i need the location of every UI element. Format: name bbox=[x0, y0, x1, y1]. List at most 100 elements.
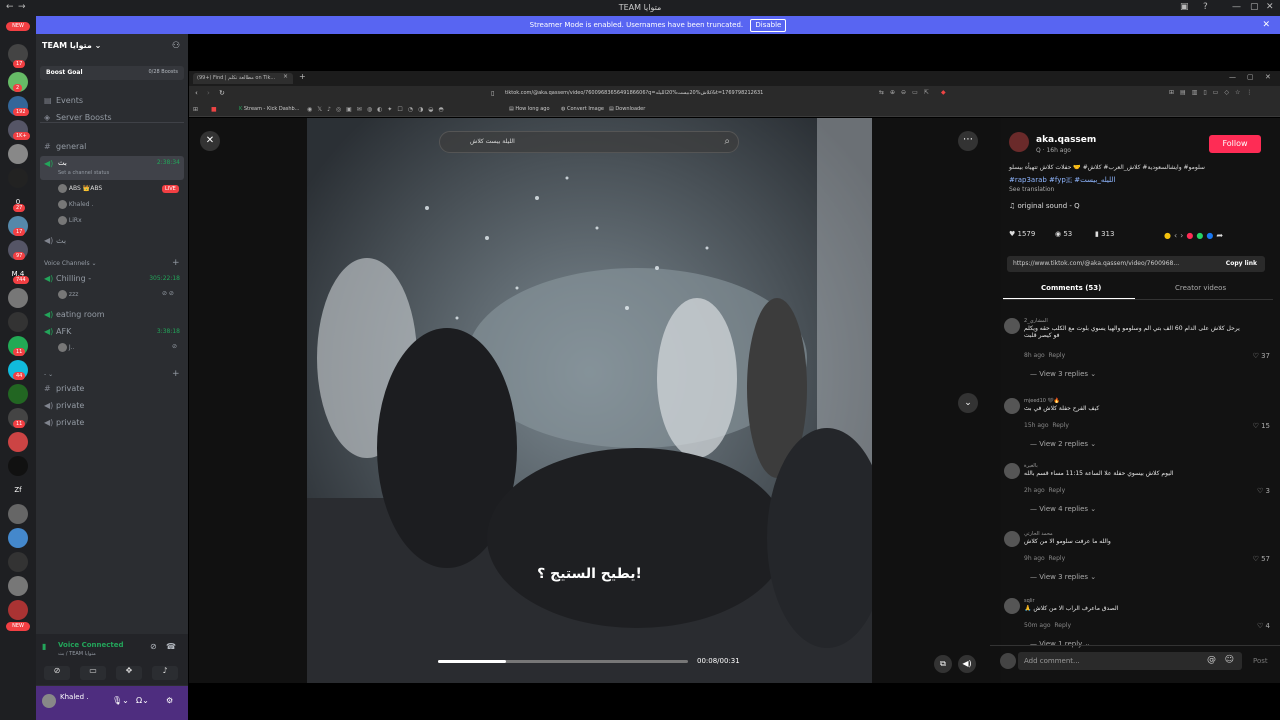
author-username[interactable]: aka.qassem bbox=[1036, 135, 1096, 145]
next-video-button[interactable]: ⌄ bbox=[958, 393, 978, 413]
inbox-icon[interactable]: ▣ bbox=[1180, 2, 1189, 12]
close-window-icon[interactable]: ✕ bbox=[1265, 73, 1271, 81]
server-icon[interactable] bbox=[8, 288, 28, 308]
server-boosts-item[interactable]: ◈ Server Boosts bbox=[44, 113, 112, 122]
page-info-icon[interactable]: ▯ bbox=[491, 90, 494, 97]
bookmark-convert-image[interactable]: ◍ Convert Image bbox=[561, 106, 604, 112]
reload-icon[interactable]: ↻ bbox=[219, 89, 225, 97]
server-icon[interactable] bbox=[8, 504, 28, 524]
close-tab-icon[interactable]: × bbox=[283, 73, 288, 80]
browser-tab[interactable]: (99+) Find | مطالعة تكلم on Tik... bbox=[193, 73, 293, 84]
add-member-icon[interactable]: ⚇ bbox=[172, 41, 180, 51]
comment-like-button[interactable]: ♡ 37 bbox=[1253, 352, 1270, 360]
user-name[interactable]: Khaled . bbox=[60, 693, 88, 701]
server-icon[interactable] bbox=[8, 384, 28, 404]
bookmark-icons[interactable]: ◉𝕏♪◎▣✉◍◐✦☐◔◑◒◓ bbox=[307, 106, 449, 113]
close-window-icon[interactable]: ✕ bbox=[1266, 2, 1274, 12]
bookmark-icon[interactable]: ■ bbox=[211, 106, 217, 113]
apps-icon[interactable]: ⊞ bbox=[193, 106, 198, 113]
channel-private-1[interactable]: # private bbox=[44, 384, 84, 393]
picture-in-picture-icon[interactable]: ⧉ bbox=[934, 655, 952, 673]
voice-channel-chilling[interactable]: ◀) Chilling - bbox=[44, 274, 91, 283]
commenter-avatar[interactable] bbox=[1004, 598, 1020, 614]
voice-channel-afk[interactable]: ◀) AFK bbox=[44, 327, 71, 336]
view-replies-button[interactable]: — View 3 replies ⌄ bbox=[1030, 573, 1096, 581]
camera-button[interactable]: ⊘ bbox=[44, 666, 70, 680]
commenter-name[interactable]: محمد الحارثي bbox=[1024, 531, 1053, 537]
search-bar[interactable]: الليلة بيست كلاش ⌕ bbox=[439, 131, 739, 153]
new-tab-icon[interactable]: + bbox=[299, 72, 306, 81]
close-video-button[interactable]: ✕ bbox=[200, 131, 220, 151]
url-field[interactable]: tiktok.com/@aka.qassem/video/76009683656… bbox=[505, 90, 865, 96]
voice-channel-bt[interactable]: ◀) بث 2:38:34 Set a channel status bbox=[40, 156, 184, 180]
disconnect-icon[interactable]: ☎ bbox=[166, 642, 176, 651]
add-channel-icon[interactable]: + bbox=[172, 369, 180, 379]
commenter-avatar[interactable] bbox=[1004, 398, 1020, 414]
view-replies-button[interactable]: — View 1 reply ⌄ bbox=[1030, 640, 1090, 648]
commenter-avatar[interactable] bbox=[1004, 318, 1020, 334]
channel-general[interactable]: # general bbox=[44, 142, 86, 151]
voice-user[interactable]: ABS 👑ABS bbox=[58, 184, 102, 193]
tab-creator-videos[interactable]: Creator videos bbox=[1175, 284, 1226, 292]
emoji-icon[interactable]: ☺ bbox=[1225, 655, 1234, 665]
commenter-name[interactable]: sqlir bbox=[1024, 598, 1035, 604]
copy-link-button[interactable]: Copy link bbox=[1226, 260, 1257, 267]
server-icon[interactable] bbox=[8, 576, 28, 596]
channel-private-2[interactable]: ◀) private bbox=[44, 401, 84, 410]
more-options-button[interactable]: ⋯ bbox=[958, 131, 978, 151]
disable-streamer-mode-button[interactable]: Disable bbox=[750, 19, 787, 32]
events-item[interactable]: ▤ Events bbox=[44, 96, 83, 105]
voice-channel-path[interactable]: بث / TEAM متوايا bbox=[58, 651, 96, 657]
category-collapsed[interactable]: - ⌄ bbox=[44, 371, 53, 378]
close-banner-icon[interactable]: ✕ bbox=[1262, 16, 1270, 34]
voice-user[interactable]: Khaled . bbox=[58, 200, 93, 209]
microphone-icon[interactable]: 🎙⌄ bbox=[112, 696, 129, 705]
signal-icon[interactable]: ▮ bbox=[42, 642, 46, 651]
video-progress-bar[interactable] bbox=[438, 660, 688, 663]
post-button[interactable]: Post bbox=[1253, 657, 1268, 665]
comment-like-button[interactable]: ♡ 15 bbox=[1253, 422, 1270, 430]
forward-icon[interactable]: › bbox=[207, 89, 210, 97]
view-replies-button[interactable]: — View 2 replies ⌄ bbox=[1030, 440, 1096, 448]
comment-button[interactable]: ◉ 53 bbox=[1055, 230, 1072, 238]
server-icon[interactable] bbox=[8, 552, 28, 572]
minimize-icon[interactable]: — bbox=[1232, 2, 1241, 12]
video-player[interactable]: يطيح الستيج ؟! 00:08/00:31 bbox=[307, 118, 872, 683]
volume-icon[interactable]: ◀) bbox=[958, 655, 976, 673]
server-icon[interactable] bbox=[8, 528, 28, 548]
comment-like-button[interactable]: ♡ 3 bbox=[1257, 487, 1270, 495]
soundboard-button[interactable]: ♪ bbox=[152, 666, 178, 680]
address-bar-actions[interactable]: ⇆⊕⊖▭⇱ bbox=[879, 89, 935, 96]
voice-channel-eating-room[interactable]: ◀) eating room bbox=[44, 310, 105, 319]
server-icon[interactable]: Zf bbox=[8, 480, 28, 500]
server-icon[interactable] bbox=[8, 600, 28, 620]
reply-link[interactable]: Reply bbox=[1049, 555, 1066, 562]
reply-link[interactable]: Reply bbox=[1049, 487, 1066, 494]
view-replies-button[interactable]: — View 4 replies ⌄ bbox=[1030, 505, 1096, 513]
add-comment-field[interactable]: Add comment... @ ☺ bbox=[1018, 652, 1242, 670]
server-icon[interactable] bbox=[8, 432, 28, 452]
bookmark-downloader[interactable]: ▤ Downloader bbox=[609, 106, 645, 112]
server-icon[interactable] bbox=[8, 312, 28, 332]
search-icon[interactable]: ⌕ bbox=[724, 136, 730, 147]
settings-gear-icon[interactable]: ⚙ bbox=[166, 696, 173, 705]
commenter-name[interactable]: mjeed10 🖤🔥 bbox=[1024, 398, 1060, 404]
commenter-name[interactable]: بالغيرة bbox=[1024, 463, 1038, 469]
view-replies-button[interactable]: — View 3 replies ⌄ bbox=[1030, 370, 1096, 378]
noise-suppression-icon[interactable]: ⊘ bbox=[150, 642, 157, 651]
bookmark-stream[interactable]: K Stream - Kick Dashb... bbox=[239, 106, 299, 112]
caption-hashtags[interactable]: #rap3arab #fyp🇪 #الليله_بيست bbox=[1009, 176, 1115, 185]
headphones-icon[interactable]: Ω⌄ bbox=[136, 696, 149, 705]
add-channel-icon[interactable]: + bbox=[172, 258, 180, 268]
channel-status[interactable]: Set a channel status bbox=[58, 170, 109, 176]
like-button[interactable]: ♥ 1579 bbox=[1009, 230, 1035, 238]
minimize-icon[interactable]: — bbox=[1229, 73, 1236, 81]
maximize-icon[interactable]: ▢ bbox=[1250, 2, 1259, 12]
voice-user[interactable]: zzz bbox=[58, 290, 78, 299]
search-input[interactable]: الليلة بيست كلاش bbox=[470, 138, 515, 145]
see-translation-link[interactable]: See translation bbox=[1009, 186, 1054, 193]
mention-icon[interactable]: @ bbox=[1207, 655, 1216, 665]
commenter-avatar[interactable] bbox=[1004, 531, 1020, 547]
video-link[interactable]: https://www.tiktok.com/@aka.qassem/video… bbox=[1013, 260, 1179, 267]
boost-goal-bar[interactable]: Boost Goal 0/28 Boosts bbox=[40, 66, 184, 80]
